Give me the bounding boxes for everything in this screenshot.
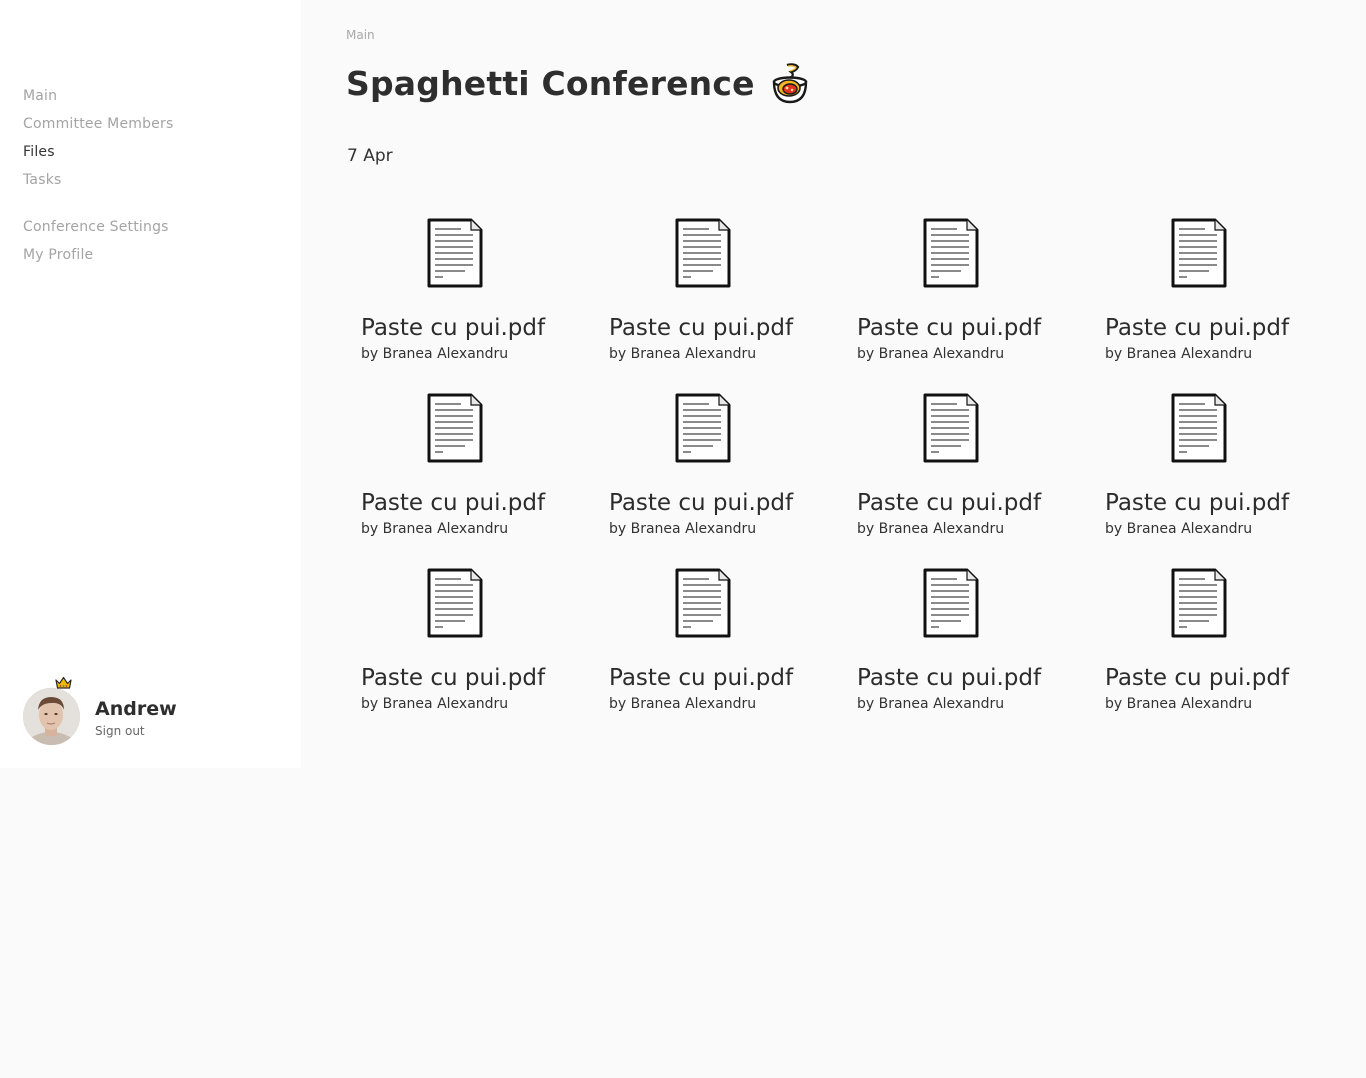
document-icon (923, 393, 979, 463)
sidebar-nav: Main Committee Members Files Tasks Confe… (23, 82, 173, 269)
file-author: by Branea Alexandru (361, 521, 509, 537)
file-name[interactable]: Paste cu pui.pdf (361, 490, 545, 516)
document-icon (675, 393, 731, 463)
file-card[interactable]: Paste cu pui.pdf by Branea Alexandru (1090, 393, 1338, 568)
sidebar-item-committee-members[interactable]: Committee Members (23, 110, 173, 138)
file-card[interactable]: Paste cu pui.pdf by Branea Alexandru (346, 218, 594, 393)
sidebar-item-conference-settings[interactable]: Conference Settings (23, 213, 173, 241)
user-name: Andrew (95, 698, 177, 720)
file-name[interactable]: Paste cu pui.pdf (857, 665, 1041, 691)
file-name[interactable]: Paste cu pui.pdf (857, 315, 1041, 341)
file-author: by Branea Alexandru (1105, 346, 1253, 362)
sidebar-item-tasks[interactable]: Tasks (23, 166, 173, 194)
file-card[interactable]: Paste cu pui.pdf by Branea Alexandru (842, 218, 1090, 393)
user-card: Andrew Sign out (23, 676, 283, 746)
file-author: by Branea Alexandru (609, 696, 757, 712)
file-author: by Branea Alexandru (609, 346, 757, 362)
file-name[interactable]: Paste cu pui.pdf (609, 315, 793, 341)
document-icon (923, 218, 979, 288)
document-icon (1171, 568, 1227, 638)
file-card[interactable]: Paste cu pui.pdf by Branea Alexandru (594, 218, 842, 393)
file-name[interactable]: Paste cu pui.pdf (1105, 315, 1289, 341)
avatar[interactable] (23, 688, 80, 745)
file-author: by Branea Alexandru (857, 346, 1005, 362)
file-name[interactable]: Paste cu pui.pdf (609, 490, 793, 516)
file-card[interactable]: Paste cu pui.pdf by Branea Alexandru (594, 568, 842, 743)
file-card[interactable]: Paste cu pui.pdf by Branea Alexandru (1090, 568, 1338, 743)
breadcrumb[interactable]: Main (346, 28, 375, 42)
document-icon (923, 568, 979, 638)
sign-out-link[interactable]: Sign out (95, 724, 145, 738)
document-icon (1171, 393, 1227, 463)
sidebar-item-main[interactable]: Main (23, 82, 173, 110)
file-name[interactable]: Paste cu pui.pdf (1105, 665, 1289, 691)
file-name[interactable]: Paste cu pui.pdf (361, 665, 545, 691)
document-icon (1171, 218, 1227, 288)
document-icon (675, 218, 731, 288)
file-author: by Branea Alexandru (857, 696, 1005, 712)
file-card[interactable]: Paste cu pui.pdf by Branea Alexandru (594, 393, 842, 568)
page-title: Spaghetti Conference (346, 63, 755, 103)
date-group-label: 7 Apr (347, 146, 393, 166)
sidebar: Main Committee Members Files Tasks Confe… (0, 0, 301, 768)
file-author: by Branea Alexandru (857, 521, 1005, 537)
file-author: by Branea Alexandru (361, 346, 509, 362)
file-grid: Paste cu pui.pdf by Branea Alexandru Pas… (346, 218, 1338, 743)
document-icon (427, 393, 483, 463)
sidebar-item-files[interactable]: Files (23, 138, 173, 166)
document-icon (427, 218, 483, 288)
file-card[interactable]: Paste cu pui.pdf by Branea Alexandru (346, 393, 594, 568)
file-name[interactable]: Paste cu pui.pdf (1105, 490, 1289, 516)
file-author: by Branea Alexandru (1105, 696, 1253, 712)
avatar-portrait (23, 688, 80, 745)
document-icon (675, 568, 731, 638)
file-name[interactable]: Paste cu pui.pdf (609, 665, 793, 691)
spaghetti-bowl-icon (772, 63, 807, 104)
file-name[interactable]: Paste cu pui.pdf (857, 490, 1041, 516)
file-card[interactable]: Paste cu pui.pdf by Branea Alexandru (1090, 218, 1338, 393)
file-card[interactable]: Paste cu pui.pdf by Branea Alexandru (842, 393, 1090, 568)
file-card[interactable]: Paste cu pui.pdf by Branea Alexandru (346, 568, 594, 743)
crown-icon (55, 676, 72, 689)
nav-divider (23, 194, 173, 213)
page-header: Spaghetti Conference (346, 60, 811, 106)
sidebar-item-my-profile[interactable]: My Profile (23, 241, 173, 269)
file-author: by Branea Alexandru (609, 521, 757, 537)
file-name[interactable]: Paste cu pui.pdf (361, 315, 545, 341)
file-author: by Branea Alexandru (1105, 521, 1253, 537)
file-card[interactable]: Paste cu pui.pdf by Branea Alexandru (842, 568, 1090, 743)
file-author: by Branea Alexandru (361, 696, 509, 712)
document-icon (427, 568, 483, 638)
